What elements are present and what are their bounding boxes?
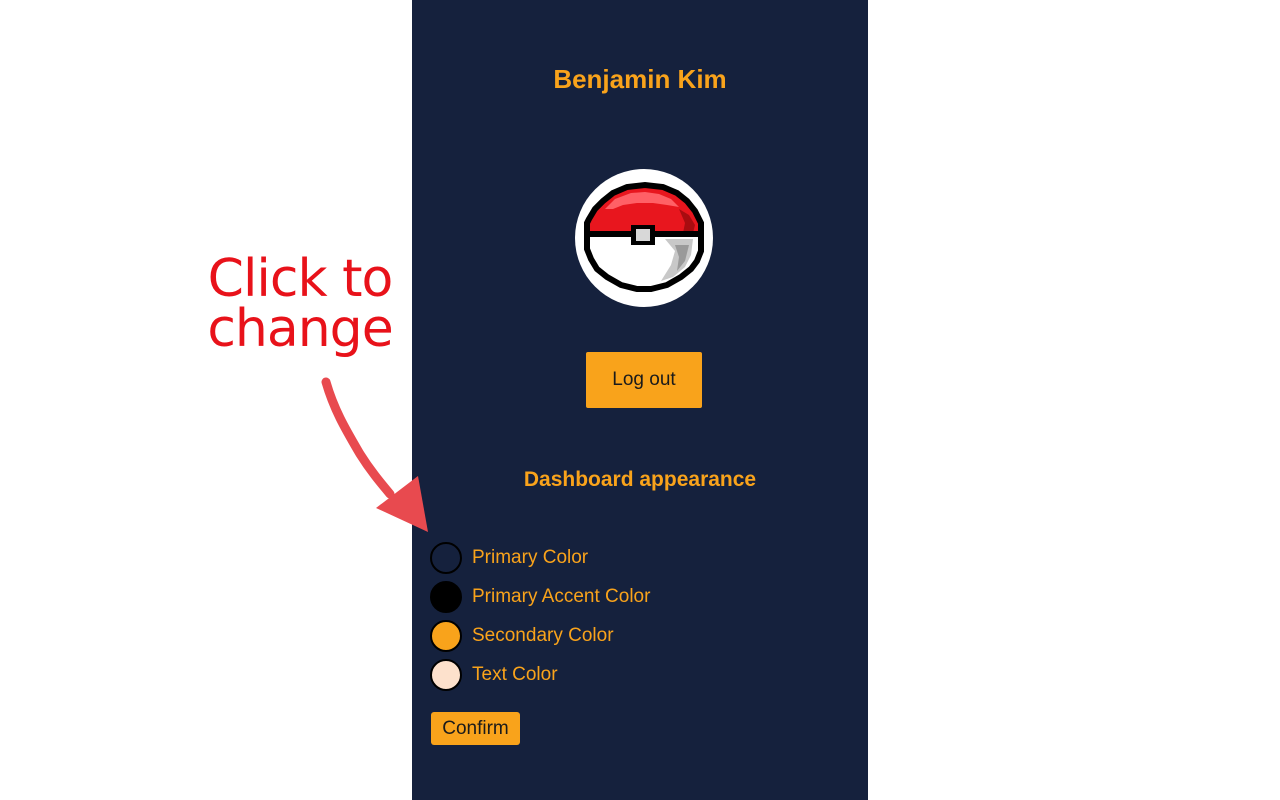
profile-panel: Benjamin Kim Log out Dashboard appearanc… (412, 0, 868, 800)
text-color-swatch[interactable] (430, 659, 462, 691)
primary-accent-color-label: Primary Accent Color (472, 586, 651, 607)
text-color-label: Text Color (472, 664, 558, 685)
confirm-button[interactable]: Confirm (431, 712, 520, 745)
annotation-line-1: Click to (207, 249, 394, 309)
primary-accent-color-swatch[interactable] (430, 581, 462, 613)
primary-accent-color-option[interactable]: Primary Accent Color (430, 579, 650, 615)
primary-color-label: Primary Color (472, 547, 589, 568)
appearance-title: Dashboard appearance (523, 468, 757, 491)
user-name: Benjamin Kim (553, 64, 727, 94)
annotation-text: Click to change (200, 249, 400, 359)
secondary-color-option[interactable]: Secondary Color (430, 618, 614, 654)
annotation-line-2: change (207, 299, 393, 359)
text-color-option[interactable]: Text Color (430, 657, 558, 693)
secondary-color-swatch[interactable] (430, 620, 462, 652)
avatar (575, 169, 713, 307)
annotation-arrow-icon (321, 377, 428, 532)
primary-color-option[interactable]: Primary Color (430, 540, 588, 576)
pokeball-icon (584, 181, 704, 292)
logout-button[interactable]: Log out (586, 352, 702, 408)
secondary-color-label: Secondary Color (472, 625, 614, 646)
primary-color-swatch[interactable] (430, 542, 462, 574)
